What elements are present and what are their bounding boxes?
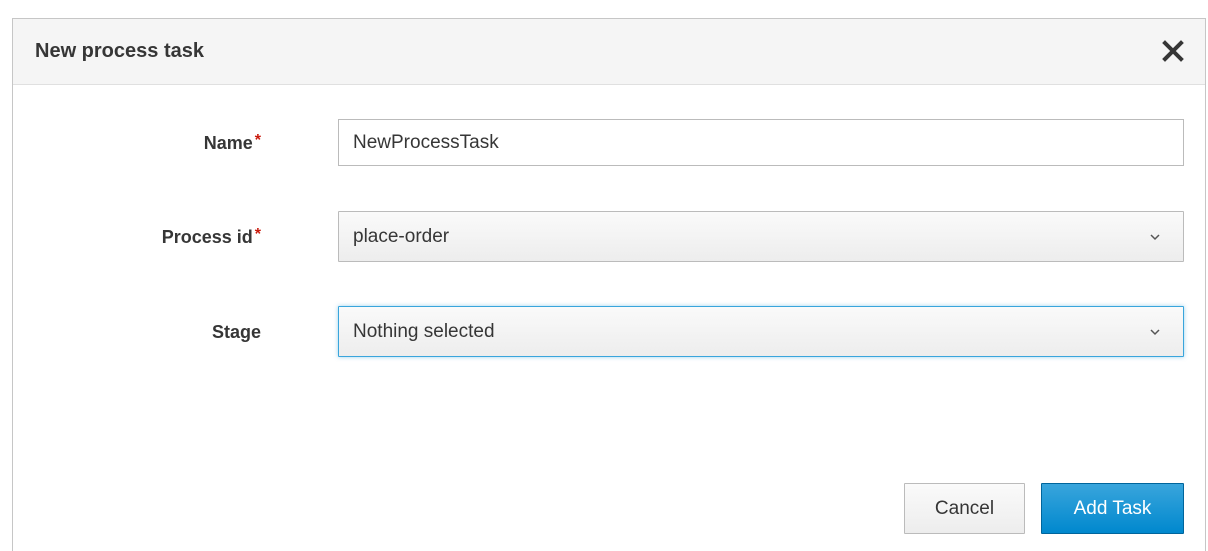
stage-label: Stage (212, 320, 261, 344)
required-mark: * (254, 226, 261, 243)
name-label: Name * (204, 131, 261, 157)
name-input[interactable] (338, 119, 1184, 166)
dialog-title: New process task (35, 40, 204, 62)
stage-select[interactable]: Nothing selected (338, 306, 1184, 357)
chevron-down-icon (1150, 234, 1160, 241)
dialog-header: New process task (13, 19, 1205, 85)
stage-row: Stage Nothing selected (13, 306, 1205, 357)
close-icon (1162, 40, 1184, 62)
close-button[interactable] (1155, 33, 1191, 69)
process-id-row: Process id * place-order (13, 211, 1205, 262)
name-row: Name * (13, 119, 1205, 166)
page: New process task Name* Process id* place… (0, 0, 1208, 551)
name-label-text: Name (203, 133, 253, 153)
new-process-task-dialog: New process task Name* Process id* place… (12, 18, 1206, 551)
backdrop (0, 0, 1208, 18)
chevron-down-icon (1150, 329, 1160, 336)
process-id-label-text: Process id (161, 227, 253, 247)
cancel-button[interactable]: Cancel (904, 483, 1025, 534)
stage-selected-value: Nothing selected (353, 321, 495, 342)
process-id-select[interactable]: place-order (338, 211, 1184, 262)
stage-label-text: Stage (211, 322, 261, 342)
process-id-label: Process id * (162, 225, 261, 251)
required-mark: * (254, 132, 261, 149)
add-task-button[interactable]: Add Task (1041, 483, 1184, 534)
process-id-selected-value: place-order (353, 226, 450, 247)
